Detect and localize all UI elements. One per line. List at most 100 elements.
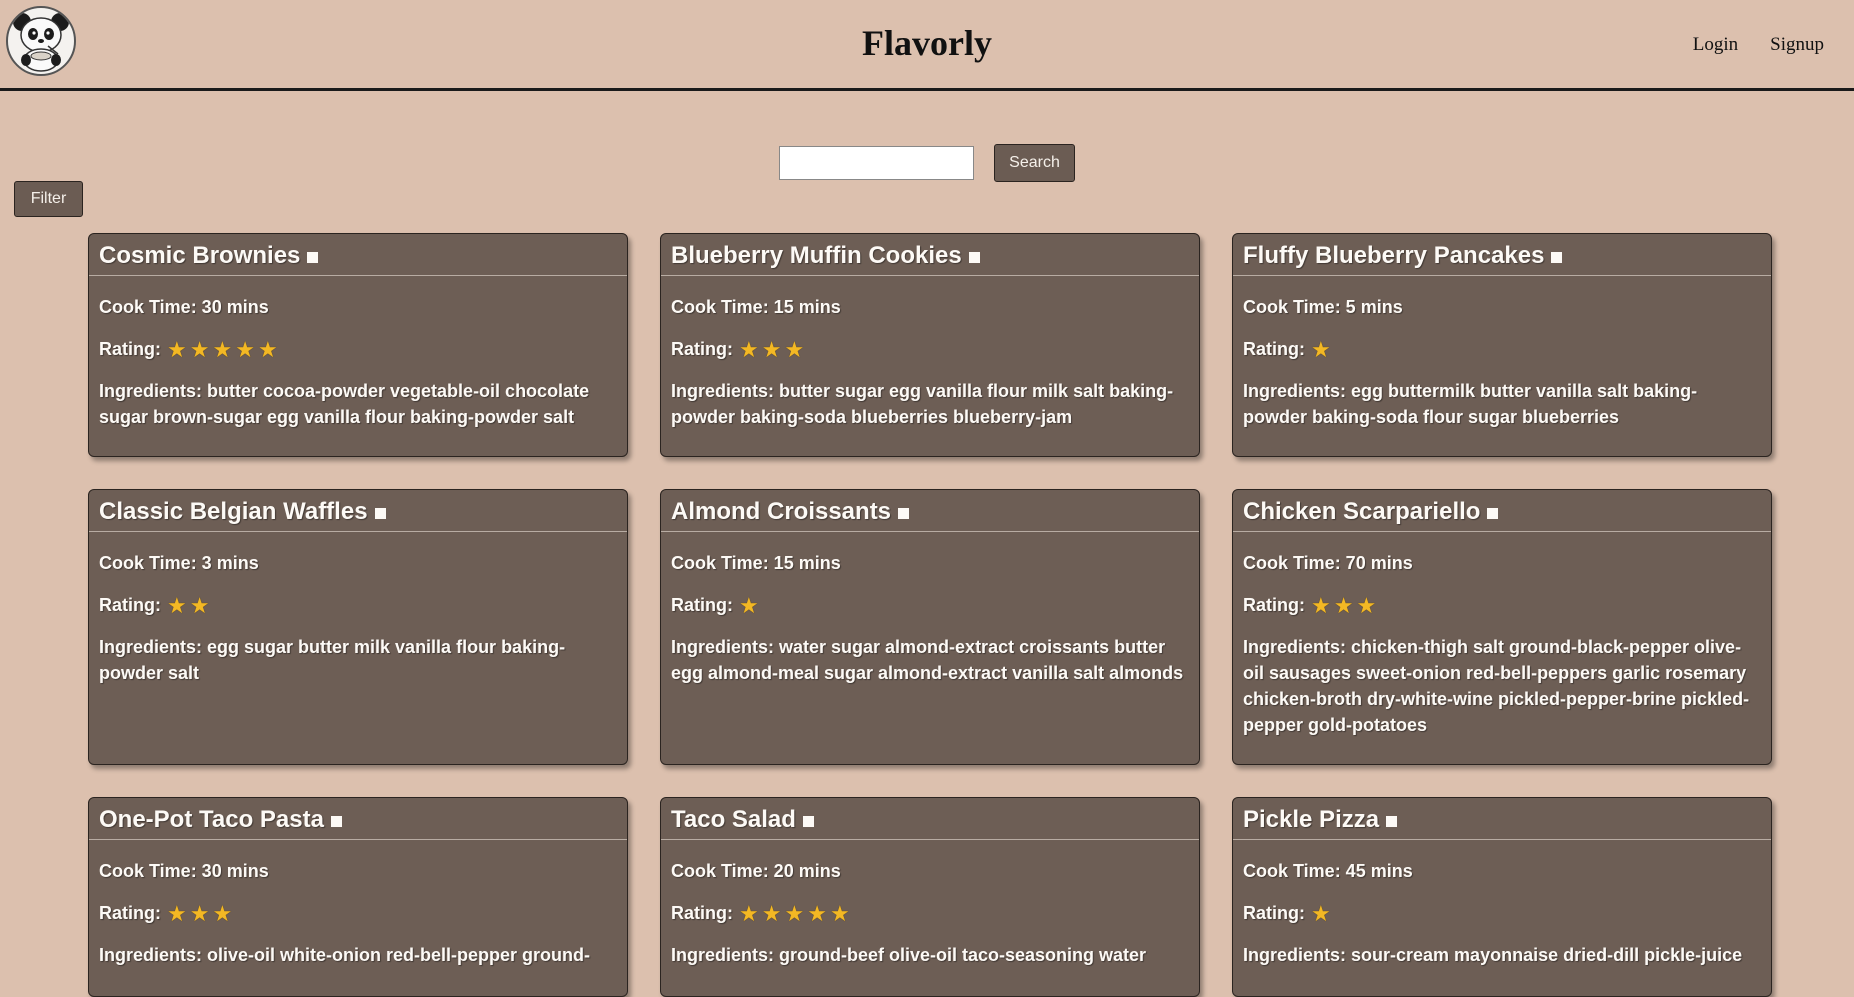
recipe-card-title[interactable]: Classic Belgian Waffles [89, 490, 627, 532]
recipe-card-title[interactable]: Cosmic Brownies [89, 234, 627, 276]
ingredients: Ingredients: butter cocoa-powder vegetab… [99, 381, 590, 427]
star-icon: ★ [1311, 337, 1331, 363]
recipe-card[interactable]: Taco Salad Cook Time: 20 mins Rating: ★ ★ ★ ★ ★… [660, 797, 1200, 997]
ingredients: Ingredients: sour-cream mayonnaise dried… [1243, 945, 1743, 965]
recipe-card-body: Cook Time: 3 mins Rating: ★ ★ Ingredients: e… [89, 532, 627, 700]
site-title: Flavorly [862, 23, 992, 63]
search-button[interactable]: Search [994, 144, 1075, 182]
recipe-title-text: Classic Belgian Waffles [99, 498, 368, 525]
star-icon: ★ [167, 337, 187, 363]
star-icon: ★ [739, 593, 759, 619]
star-icon: ★ [1333, 593, 1354, 619]
site-header: Flavorly Login Signup [0, 0, 1854, 91]
recipe-card[interactable]: Fluffy Blueberry Pancakes Cook Time: 5 mi… [1232, 233, 1772, 457]
star-icon: ★ [739, 901, 759, 927]
recipe-card-body: Cook Time: 5 mins Rating: ★ Ingredients: eg… [1233, 276, 1771, 444]
star-icon: ★ [189, 337, 210, 363]
recipe-card[interactable]: One-Pot Taco Pasta Cook Time: 30 mins Rati… [88, 797, 628, 997]
filter-button[interactable]: Filter [14, 181, 83, 217]
recipe-title-text: Pickle Pizza [1243, 806, 1380, 833]
star-icon: ★ [1311, 901, 1331, 927]
star-icon: ★ [1311, 593, 1331, 619]
rating-stars: ★ [1311, 903, 1331, 925]
ingredients: Ingredients: chicken-thigh salt ground-b… [1243, 637, 1750, 735]
signup-link[interactable]: Signup [1770, 34, 1824, 56]
square-icon [1487, 508, 1499, 519]
rating-stars: ★ ★ ★ [167, 903, 232, 925]
recipe-card-title[interactable]: Chicken Scarpariello [1233, 490, 1771, 532]
login-link[interactable]: Login [1693, 34, 1738, 56]
recipe-card[interactable]: Blueberry Muffin Cookies Cook Time: 15 mi… [660, 233, 1200, 457]
recipe-grid: Cosmic Brownies Cook Time: 30 mins Rating:… [88, 233, 1772, 997]
rating-label: Rating: [1243, 339, 1305, 359]
recipe-card-title[interactable]: Fluffy Blueberry Pancakes [1233, 234, 1771, 276]
star-icon: ★ [739, 337, 759, 363]
rating: Rating: ★ ★ ★ [99, 900, 617, 926]
rating-stars: ★ ★ ★ [739, 339, 804, 361]
recipe-card-body: Cook Time: 45 mins Rating: ★ Ingredients: s… [1233, 840, 1771, 982]
star-icon: ★ [257, 337, 278, 363]
recipe-title-text: One-Pot Taco Pasta [99, 806, 324, 833]
rating: Rating: ★ ★ [99, 592, 617, 618]
ingredients: Ingredients: butter sugar egg vanilla fl… [671, 381, 1174, 427]
recipe-card[interactable]: Pickle Pizza Cook Time: 45 mins Rating: ★ In… [1232, 797, 1772, 997]
recipe-card-title[interactable]: Taco Salad [661, 798, 1199, 840]
recipe-card[interactable]: Classic Belgian Waffles Cook Time: 3 mins… [88, 489, 628, 765]
rating-stars: ★ ★ ★ ★ ★ [167, 339, 278, 361]
search-bar: Search [0, 144, 1854, 182]
recipe-card-title[interactable]: Almond Croissants [661, 490, 1199, 532]
rating-label: Rating: [1243, 595, 1305, 615]
rating-stars: ★ [739, 595, 759, 617]
star-icon: ★ [167, 901, 187, 927]
rating-label: Rating: [99, 903, 161, 923]
star-icon: ★ [212, 337, 233, 363]
recipe-title-text: Cosmic Brownies [99, 242, 301, 269]
header-nav: Login Signup [1693, 34, 1824, 56]
star-icon: ★ [1356, 593, 1377, 619]
recipe-card-title[interactable]: One-Pot Taco Pasta [89, 798, 627, 840]
recipe-title-text: Taco Salad [671, 806, 796, 833]
rating-label: Rating: [671, 595, 733, 615]
star-icon: ★ [167, 593, 187, 619]
recipe-card-body: Cook Time: 70 mins Rating: ★ ★ ★ Ingredients:… [1233, 532, 1771, 752]
ingredients: Ingredients: egg sugar butter milk vanil… [99, 637, 566, 683]
recipe-card[interactable]: Cosmic Brownies Cook Time: 30 mins Rating:… [88, 233, 628, 457]
cook-time: Cook Time: 30 mins [99, 861, 269, 881]
square-icon [307, 252, 319, 263]
cook-time: Cook Time: 15 mins [671, 553, 841, 573]
star-icon: ★ [761, 337, 782, 363]
cook-time: Cook Time: 20 mins [671, 861, 841, 881]
square-icon [968, 252, 980, 263]
recipe-card[interactable]: Chicken Scarpariello Cook Time: 70 mins Ra… [1232, 489, 1772, 765]
rating: Rating: ★ ★ ★ ★ ★ [99, 336, 617, 362]
square-icon [802, 816, 814, 827]
square-icon [330, 816, 342, 827]
recipe-card-body: Cook Time: 30 mins Rating: ★ ★ ★ Ingredients:… [89, 840, 627, 982]
recipe-title-text: Chicken Scarpariello [1243, 498, 1481, 525]
square-icon [1386, 816, 1398, 827]
rating-label: Rating: [99, 339, 161, 359]
search-input[interactable] [779, 146, 974, 180]
cook-time: Cook Time: 15 mins [671, 297, 841, 317]
rating: Rating: ★ ★ ★ [1243, 592, 1761, 618]
star-icon: ★ [189, 901, 210, 927]
ingredients: Ingredients: water sugar almond-extract … [671, 637, 1184, 683]
ingredients: Ingredients: egg buttermilk butter vanil… [1243, 381, 1698, 427]
rating: Rating: ★ [1243, 900, 1761, 926]
rating: Rating: ★ ★ ★ ★ ★ [671, 900, 1189, 926]
star-icon: ★ [761, 901, 782, 927]
ingredients: Ingredients: ground-beef olive-oil taco-… [671, 945, 1147, 965]
rating-stars: ★ ★ ★ [1311, 595, 1376, 617]
recipe-card-body: Cook Time: 30 mins Rating: ★ ★ ★ ★ ★ Ingredient… [89, 276, 627, 444]
recipe-card-title[interactable]: Blueberry Muffin Cookies [661, 234, 1199, 276]
recipe-card-title[interactable]: Pickle Pizza [1233, 798, 1771, 840]
star-icon: ★ [784, 901, 805, 927]
square-icon [1551, 252, 1563, 263]
star-icon: ★ [235, 337, 255, 363]
star-icon: ★ [784, 337, 805, 363]
recipe-card[interactable]: Almond Croissants Cook Time: 15 mins Ratin… [660, 489, 1200, 765]
recipe-title-text: Fluffy Blueberry Pancakes [1243, 242, 1545, 269]
rating-label: Rating: [1243, 903, 1305, 923]
recipe-card-body: Cook Time: 20 mins Rating: ★ ★ ★ ★ ★ Ingredient… [661, 840, 1199, 982]
star-icon: ★ [807, 901, 827, 927]
